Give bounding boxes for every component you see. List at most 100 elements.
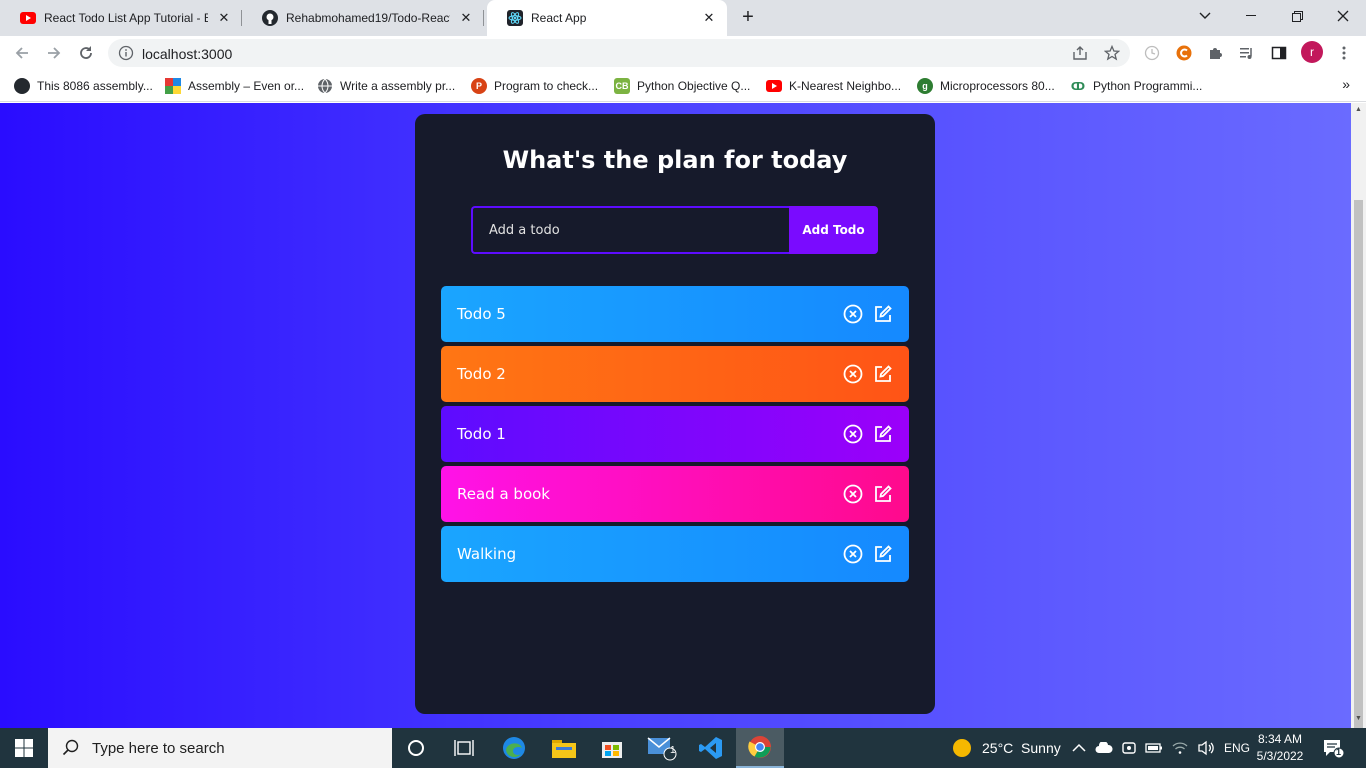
bookmark-label: This 8086 assembly... [37, 79, 153, 93]
extension-clock-icon[interactable] [1142, 43, 1162, 63]
extensions-puzzle-icon[interactable] [1206, 43, 1226, 63]
battery-icon[interactable] [1145, 741, 1163, 755]
volume-icon[interactable] [1197, 740, 1215, 756]
todo-text[interactable]: Todo 2 [457, 365, 506, 383]
todo-row: Todo 5 [441, 286, 909, 342]
bookmark-item[interactable]: g Microprocessors 80... [917, 76, 1055, 96]
site-info-icon[interactable] [118, 45, 134, 61]
tab-search-icon[interactable] [1182, 0, 1228, 32]
todo-text[interactable]: Todo 5 [457, 305, 506, 323]
windows-taskbar: Type here to search 1 25°C Sunny ENG 8:3… [0, 728, 1366, 768]
profile-avatar[interactable]: r [1301, 41, 1323, 63]
delete-circle-x-icon[interactable] [843, 304, 863, 324]
edit-pencil-icon[interactable] [873, 304, 893, 324]
side-panel-icon[interactable] [1269, 43, 1289, 63]
delete-circle-x-icon[interactable] [843, 364, 863, 384]
cortana-icon[interactable] [392, 728, 440, 768]
language-indicator[interactable]: ENG [1224, 741, 1250, 755]
meet-icon[interactable] [1122, 740, 1136, 756]
file-explorer-icon[interactable] [540, 728, 588, 768]
notification-count: 1 [1336, 747, 1342, 757]
clock-time: 8:34 AM [1257, 732, 1303, 746]
weather-text: 25°C Sunny [982, 740, 1061, 756]
todo-input[interactable] [471, 206, 789, 254]
bookmark-item[interactable]: Assembly – Even or... [165, 76, 304, 96]
share-icon[interactable] [1070, 43, 1090, 63]
menu-kebab-icon[interactable] [1334, 43, 1354, 63]
delete-circle-x-icon[interactable] [843, 484, 863, 504]
bookmark-item[interactable]: CB Python Objective Q... [614, 76, 750, 96]
delete-circle-x-icon[interactable] [843, 544, 863, 564]
bookmark-item[interactable]: This 8086 assembly... [14, 76, 153, 96]
bookmark-item[interactable]: ↀ Python Programmi... [1070, 76, 1202, 96]
reload-button[interactable] [72, 39, 100, 67]
vertical-scrollbar[interactable]: ▲ ▼ [1351, 103, 1366, 730]
clock[interactable]: 8:34 AM 5/3/2022 [1248, 731, 1312, 765]
forward-button[interactable] [40, 39, 68, 67]
close-tab-icon[interactable]: ✕ [458, 10, 474, 26]
bookmark-star-icon[interactable] [1102, 43, 1122, 63]
todo-actions [843, 304, 893, 324]
task-view-icon[interactable] [440, 728, 488, 768]
scroll-down-arrow-icon[interactable]: ▼ [1354, 715, 1363, 725]
vscode-icon[interactable] [687, 728, 735, 768]
new-tab-button[interactable]: + [736, 6, 760, 30]
g-icon: g [917, 78, 933, 94]
minimize-button[interactable] [1228, 0, 1274, 32]
tab-github[interactable]: Rehabmohamed19/Todo-React.js ✕ [242, 0, 484, 36]
bookmark-label: Write a assembly pr... [340, 79, 456, 93]
tab-youtube[interactable]: React Todo List App Tutorial - Be ✕ [0, 0, 242, 36]
github-icon [14, 78, 30, 94]
edit-pencil-icon[interactable] [873, 364, 893, 384]
restore-button[interactable] [1274, 0, 1320, 32]
close-tab-icon[interactable]: ✕ [701, 10, 717, 26]
start-button[interactable] [0, 728, 48, 768]
page-title: What's the plan for today [502, 146, 848, 174]
sun-icon [953, 739, 971, 757]
page-viewport: What's the plan for today Add Todo Todo … [0, 103, 1351, 728]
close-window-button[interactable] [1320, 0, 1366, 32]
notification-center-icon[interactable]: 1 [1322, 738, 1345, 759]
media-playlist-icon[interactable] [1237, 43, 1257, 63]
github-icon [262, 10, 278, 26]
chrome-icon[interactable] [736, 728, 784, 768]
address-bar[interactable]: localhost:3000 [108, 39, 1130, 67]
add-todo-button[interactable]: Add Todo [789, 206, 878, 254]
close-tab-icon[interactable]: ✕ [216, 10, 232, 26]
search-icon [62, 739, 79, 756]
edge-icon[interactable] [490, 728, 538, 768]
todo-row: Walking [441, 526, 909, 582]
bookmark-item[interactable]: P Program to check... [471, 76, 598, 96]
wifi-icon[interactable] [1172, 741, 1188, 755]
youtube-icon [766, 78, 782, 94]
todo-text[interactable]: Read a book [457, 485, 550, 503]
todo-text[interactable]: Walking [457, 545, 516, 563]
microsoft-store-icon[interactable] [588, 728, 636, 768]
todo-actions [843, 424, 893, 444]
mail-badge: 1 [670, 745, 676, 756]
weather-widget[interactable]: 25°C Sunny [952, 728, 1061, 768]
bookmark-label: Python Objective Q... [637, 79, 751, 93]
more-bookmarks-icon[interactable]: » [1342, 76, 1350, 92]
scroll-up-arrow-icon[interactable]: ▲ [1354, 106, 1363, 116]
edit-pencil-icon[interactable] [873, 484, 893, 504]
tab-react-app[interactable]: React App ✕ [487, 0, 727, 36]
mail-icon[interactable]: 1 [638, 728, 686, 768]
p-icon: P [471, 78, 487, 94]
todo-text[interactable]: Todo 1 [457, 425, 506, 443]
bookmark-item[interactable]: K-Nearest Neighbo... [766, 76, 901, 96]
chevron-up-icon[interactable] [1072, 743, 1086, 753]
edit-pencil-icon[interactable] [873, 424, 893, 444]
delete-circle-x-icon[interactable] [843, 424, 863, 444]
todo-actions [843, 544, 893, 564]
back-button[interactable] [8, 39, 36, 67]
bookmark-label: Microprocessors 80... [940, 79, 1055, 93]
youtube-icon [20, 10, 36, 26]
bookmark-item[interactable]: Write a assembly pr... [317, 76, 455, 96]
scrollbar-thumb[interactable] [1354, 200, 1363, 730]
todo-app-card: What's the plan for today Add Todo Todo … [415, 114, 935, 714]
cloud-icon[interactable] [1095, 742, 1113, 754]
taskbar-search-box[interactable]: Type here to search [48, 728, 392, 768]
edit-pencil-icon[interactable] [873, 544, 893, 564]
extension-c-icon[interactable] [1174, 43, 1194, 63]
